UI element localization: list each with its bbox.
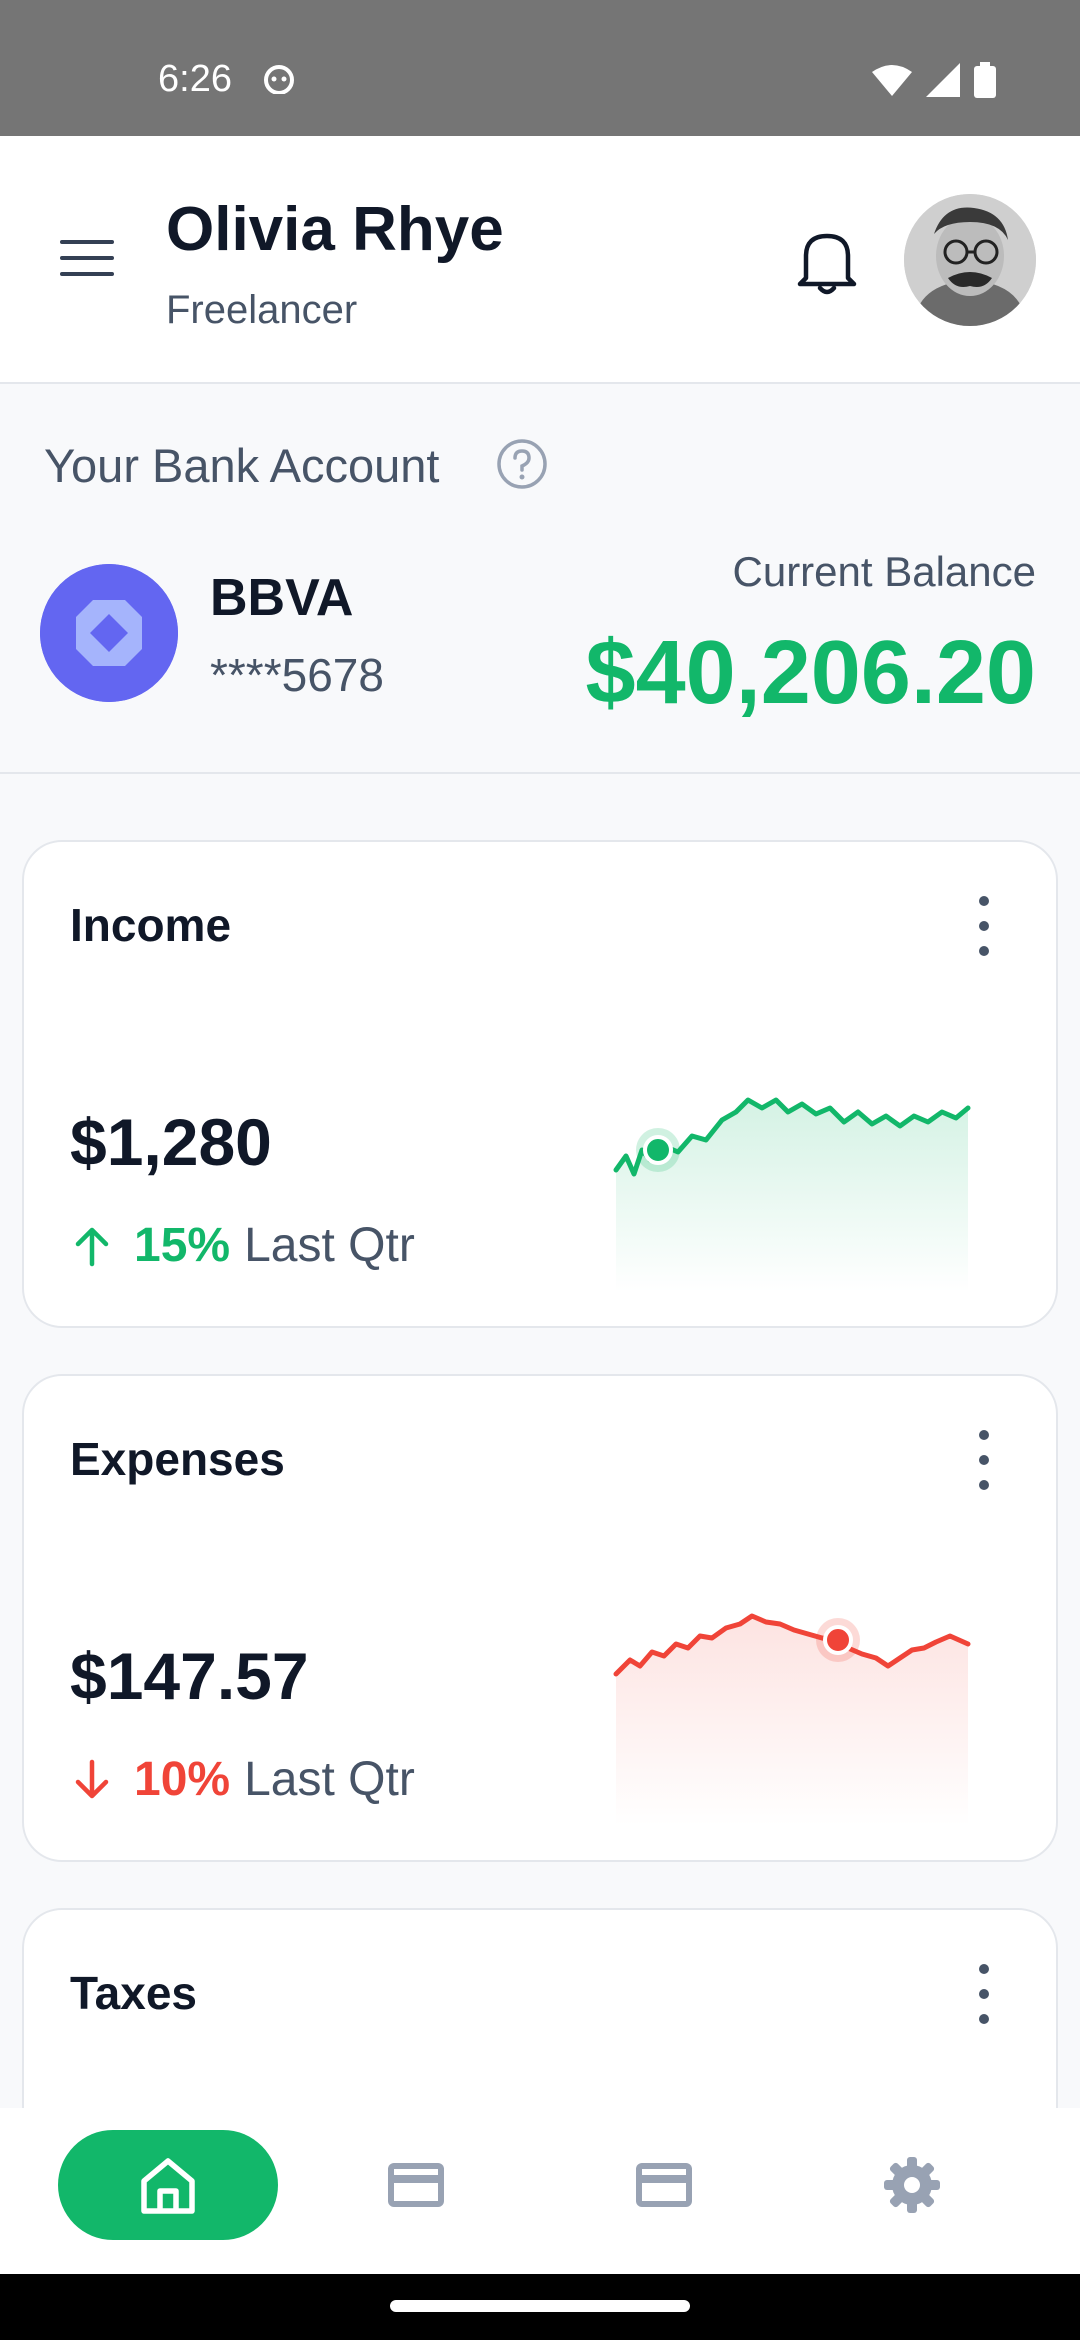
income-sparkline	[613, 1097, 971, 1292]
bank-logo	[40, 564, 178, 702]
status-time: 6:26	[158, 58, 232, 100]
bottom-nav	[0, 2108, 1080, 2274]
user-name: Olivia Rhye	[166, 195, 504, 264]
status-icons	[872, 62, 996, 98]
more-options-icon[interactable]	[972, 1430, 996, 1490]
nav-cards-2[interactable]	[554, 2130, 774, 2240]
arrow-up-icon	[75, 1227, 109, 1266]
gesture-bar	[0, 2274, 1080, 2340]
bell-icon[interactable]	[792, 226, 862, 298]
gear-icon	[884, 2157, 940, 2213]
bank-account-section: Your Bank Account BBVA ****5678 Current …	[0, 386, 1080, 774]
avatar-photo	[904, 194, 1036, 326]
expenses-card[interactable]: Expenses $147.57 10% Last Qtr	[22, 1374, 1058, 1862]
help-icon[interactable]	[496, 438, 548, 490]
card-title: Expenses	[70, 1433, 285, 1485]
battery-icon	[974, 62, 996, 98]
balance-value: $40,206.20	[585, 623, 1036, 723]
arrow-down-icon	[75, 1759, 109, 1798]
nav-cards-1[interactable]	[306, 2130, 526, 2240]
avatar[interactable]	[904, 194, 1036, 326]
nav-settings[interactable]	[802, 2130, 1022, 2240]
trend-label: Last Qtr	[244, 1219, 415, 1272]
bank-logo-icon	[40, 564, 178, 702]
user-role: Freelancer	[166, 288, 358, 332]
card-title: Taxes	[70, 1967, 198, 2019]
balance-label: Current Balance	[732, 548, 1037, 595]
card-trend: 15% Last Qtr	[70, 1218, 415, 1273]
bank-section-title: Your Bank Account	[44, 439, 440, 492]
app-header: Olivia Rhye Freelancer	[0, 136, 1080, 384]
card-trend: 10% Last Qtr	[70, 1752, 415, 1807]
home-gesture-handle[interactable]	[390, 2300, 690, 2312]
bank-name: BBVA	[210, 569, 354, 627]
status-bar: 6:26	[0, 0, 1080, 136]
more-options-icon[interactable]	[972, 1964, 996, 2024]
card-amount: $147.57	[70, 1639, 309, 1713]
nav-home[interactable]	[58, 2130, 278, 2240]
more-options-icon[interactable]	[972, 896, 996, 956]
income-card[interactable]: Income $1,280 15% Last Qtr	[22, 840, 1058, 1328]
credit-card-icon	[636, 2163, 692, 2207]
card-title: Income	[70, 899, 232, 951]
notification-cat-icon	[264, 65, 294, 94]
card-amount: $1,280	[70, 1105, 272, 1179]
wifi-icon	[872, 65, 912, 96]
trend-percent: 15%	[134, 1219, 231, 1272]
credit-card-icon	[388, 2163, 444, 2207]
signal-icon	[926, 63, 960, 97]
trend-percent: 10%	[134, 1753, 231, 1806]
home-icon	[141, 2158, 195, 2214]
bank-account-number: ****5678	[210, 649, 384, 701]
trend-label: Last Qtr	[244, 1753, 415, 1806]
expenses-sparkline	[613, 1613, 971, 1826]
menu-icon[interactable]	[56, 232, 120, 284]
